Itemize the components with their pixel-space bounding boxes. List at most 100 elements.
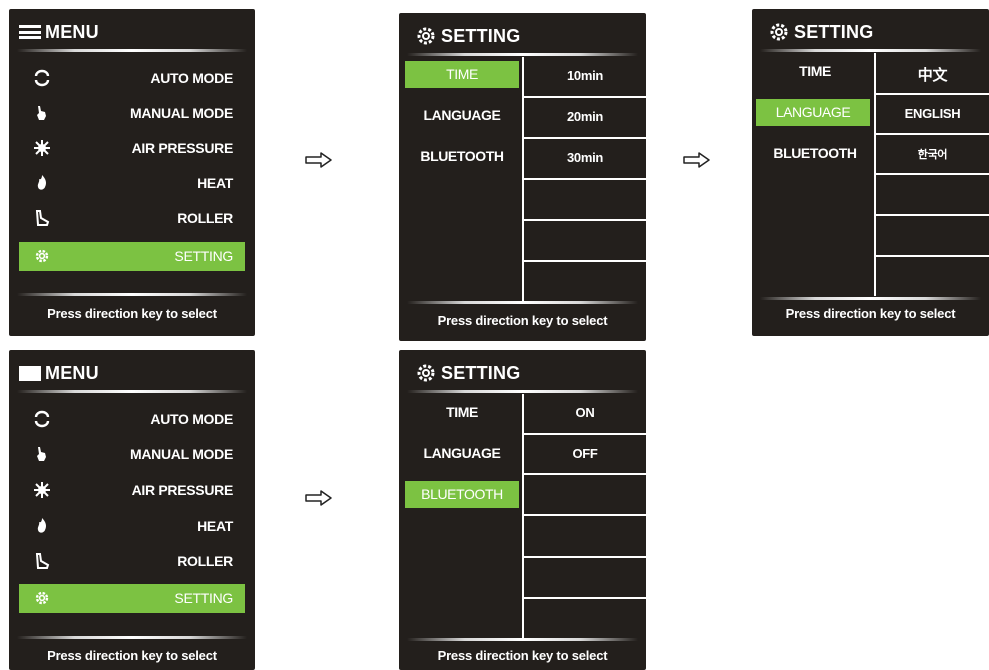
refresh-icon xyxy=(34,69,50,87)
menu-item-label: SETTING xyxy=(174,590,233,606)
option-20min[interactable]: 20min xyxy=(524,109,646,124)
row-divider xyxy=(522,597,646,599)
row-divider xyxy=(522,514,646,516)
row-divider xyxy=(522,96,646,98)
menu-item-label: ROLLER xyxy=(177,553,233,569)
arrow-right-icon xyxy=(305,152,332,168)
row-divider xyxy=(874,255,989,257)
setting-item-language[interactable]: LANGUAGE xyxy=(405,440,519,467)
setting-title-bar: SETTING xyxy=(415,356,520,390)
setting-screen-time: SETTING TIME LANGUAGE BLUETOOTH 10min 20… xyxy=(399,13,646,341)
divider xyxy=(17,390,247,393)
option-chinese[interactable]: 中文 xyxy=(876,64,989,85)
menu-item-label: HEAT xyxy=(197,518,233,534)
setting-screen-bluetooth: SETTING TIME LANGUAGE BLUETOOTH ON OFF P… xyxy=(399,350,646,670)
row-divider xyxy=(522,260,646,262)
footer-hint: Press direction key to select xyxy=(437,313,608,328)
gear-icon xyxy=(417,27,435,45)
menu-item-label: MANUAL MODE xyxy=(130,105,233,121)
divider xyxy=(760,49,981,52)
divider xyxy=(17,636,247,639)
gear-icon xyxy=(770,23,788,41)
menu-item-label: AUTO MODE xyxy=(150,411,233,427)
option-korean[interactable]: 한국어 xyxy=(876,146,989,162)
menu-item-label: SETTING xyxy=(174,248,233,264)
divider xyxy=(407,301,638,304)
roller-icon xyxy=(35,210,50,226)
row-divider xyxy=(522,556,646,558)
footer-hint: Press direction key to select xyxy=(47,306,217,321)
row-divider xyxy=(522,137,646,139)
setting-item-bluetooth[interactable]: BLUETOOTH xyxy=(758,140,872,167)
option-30min[interactable]: 30min xyxy=(524,150,646,165)
footer-hint: Press direction key to select xyxy=(47,648,217,663)
option-10min[interactable]: 10min xyxy=(524,68,646,83)
menu-item-label: HEAT xyxy=(197,175,233,191)
option-on[interactable]: ON xyxy=(524,405,646,420)
hand-icon xyxy=(37,106,46,120)
setting-item-bluetooth[interactable]: BLUETOOTH xyxy=(405,481,519,508)
divider xyxy=(760,297,981,300)
menu-item-manual-mode[interactable]: MANUAL MODE xyxy=(19,440,245,469)
menu-item-heat[interactable]: HEAT xyxy=(19,169,245,198)
menu-item-auto-mode[interactable]: AUTO MODE xyxy=(19,405,245,434)
option-off[interactable]: OFF xyxy=(524,446,646,461)
menu-item-setting[interactable]: SETTING xyxy=(19,584,245,613)
divider xyxy=(407,390,638,393)
setting-item-language[interactable]: LANGUAGE xyxy=(405,102,519,129)
menu-item-label: AIR PRESSURE xyxy=(131,140,234,156)
menu-item-roller[interactable]: ROLLER xyxy=(19,204,245,233)
menu-item-air-pressure[interactable]: AIR PRESSURE xyxy=(19,134,245,163)
air-icon xyxy=(34,482,50,498)
row-divider xyxy=(874,214,989,216)
refresh-icon xyxy=(34,410,50,428)
flame-icon xyxy=(37,518,46,533)
footer-hint: Press direction key to select xyxy=(785,306,956,321)
setting-item-time[interactable]: TIME xyxy=(405,399,519,426)
row-divider xyxy=(522,433,646,435)
setting-title: SETTING xyxy=(441,362,521,383)
setting-screen-language: SETTING TIME LANGUAGE BLUETOOTH 中文 ENGLI… xyxy=(752,9,989,336)
gear-icon xyxy=(417,364,435,382)
column-divider xyxy=(522,394,524,638)
setting-item-language[interactable]: LANGUAGE xyxy=(756,99,870,126)
menu-item-air-pressure[interactable]: AIR PRESSURE xyxy=(19,476,245,505)
row-divider xyxy=(874,93,989,95)
menu-item-setting[interactable]: SETTING xyxy=(19,242,245,271)
row-divider xyxy=(874,173,989,175)
menu-item-roller[interactable]: ROLLER xyxy=(19,547,245,576)
setting-item-time[interactable]: TIME xyxy=(758,58,872,85)
menu-item-manual-mode[interactable]: MANUAL MODE xyxy=(19,99,245,128)
menu-icon xyxy=(19,365,41,381)
setting-item-bluetooth[interactable]: BLUETOOTH xyxy=(405,143,519,170)
arrow-right-icon xyxy=(683,152,710,168)
roller-icon xyxy=(35,553,50,569)
arrow-right-icon xyxy=(305,490,332,506)
divider xyxy=(17,293,247,296)
row-divider xyxy=(522,219,646,221)
menu-title: MENU xyxy=(45,362,99,383)
menu-item-label: AIR PRESSURE xyxy=(131,482,234,498)
setting-title: SETTING xyxy=(441,25,521,46)
menu-item-heat[interactable]: HEAT xyxy=(19,512,245,541)
row-divider xyxy=(522,473,646,475)
menu-title: MENU xyxy=(45,21,99,42)
menu-screen-bottom: MENU AUTO MODE MANUAL MODE AIR PRESSURE … xyxy=(9,350,255,670)
setting-item-time[interactable]: TIME xyxy=(405,61,519,88)
setting-title-bar: SETTING xyxy=(415,19,520,53)
gear-icon xyxy=(35,249,49,263)
divider xyxy=(407,53,638,56)
menu-item-label: ROLLER xyxy=(177,210,233,226)
menu-title-bar: MENU xyxy=(19,15,99,49)
footer-hint: Press direction key to select xyxy=(437,648,608,663)
menu-icon xyxy=(19,25,41,39)
menu-item-auto-mode[interactable]: AUTO MODE xyxy=(19,64,245,93)
menu-screen-top: MENU AUTO MODE MANUAL MODE AIR PRESSURE … xyxy=(9,9,255,336)
option-english[interactable]: ENGLISH xyxy=(876,106,989,121)
setting-title-bar: SETTING xyxy=(768,15,873,49)
air-icon xyxy=(34,140,50,156)
row-divider xyxy=(874,133,989,135)
divider xyxy=(407,638,638,641)
hand-icon xyxy=(37,447,46,461)
menu-title-bar: MENU xyxy=(19,356,99,390)
